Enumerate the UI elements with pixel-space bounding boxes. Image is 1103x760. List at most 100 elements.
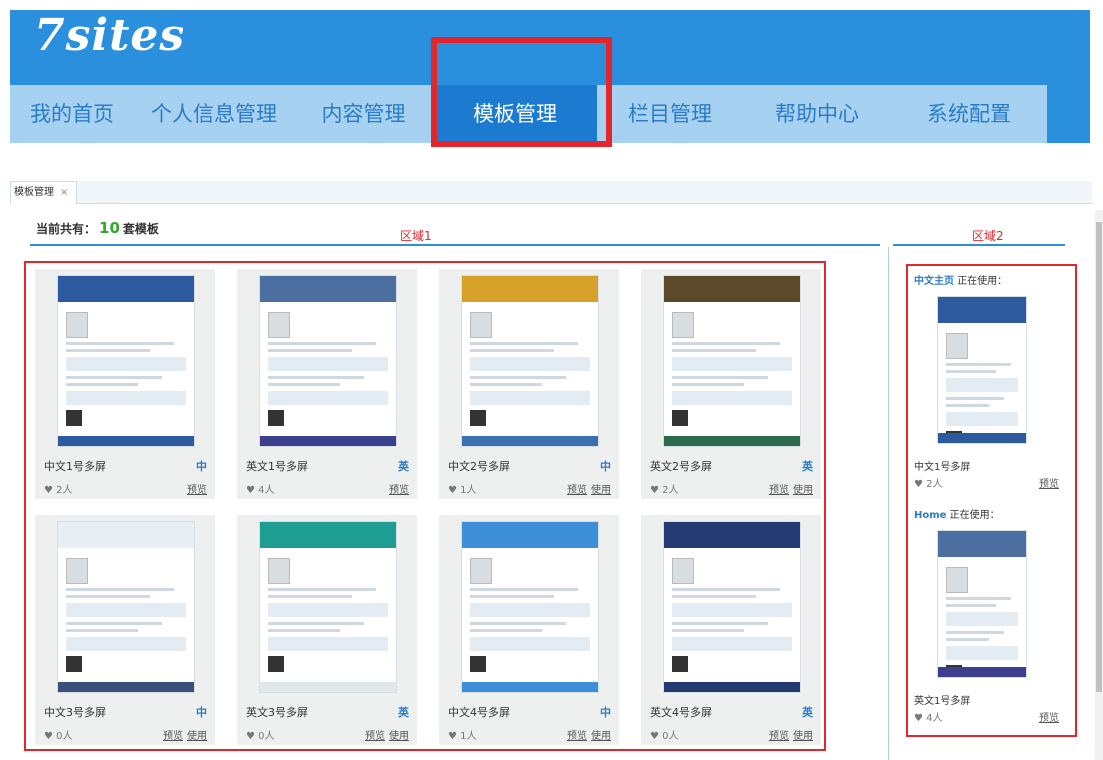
- thumb-body: [260, 548, 396, 683]
- template-thumbnail[interactable]: [461, 275, 599, 447]
- thumb-line: [66, 342, 174, 345]
- thumb-block: [672, 637, 792, 651]
- thumb-banner: [58, 522, 194, 548]
- preview-link[interactable]: 预览: [1039, 475, 1059, 490]
- thumb-block: [672, 391, 792, 405]
- heart-icon: ♥: [448, 731, 457, 742]
- thumb-body: [462, 548, 598, 683]
- template-likes: ♥ 0人: [44, 727, 73, 742]
- template-likes: ♥ 1人: [448, 481, 477, 496]
- preview-link[interactable]: 预览: [1039, 709, 1059, 724]
- template-likes: ♥ 1人: [448, 727, 477, 742]
- preview-link[interactable]: 预览: [187, 485, 207, 496]
- thumb-body: [664, 548, 800, 683]
- nav-item-profile[interactable]: 个人信息管理: [134, 85, 294, 143]
- preview-link[interactable]: 预览: [567, 485, 587, 496]
- thumb-banner: [938, 531, 1026, 557]
- thumb-body: [462, 302, 598, 437]
- use-link[interactable]: 使用: [591, 485, 611, 496]
- in-use-thumbnail[interactable]: [937, 296, 1027, 444]
- nav-item-columns[interactable]: 栏目管理: [597, 85, 743, 143]
- use-link[interactable]: 使用: [591, 731, 611, 742]
- nav-item-content[interactable]: 内容管理: [294, 85, 433, 143]
- scrollbar-thumb[interactable]: [1096, 222, 1102, 692]
- thumb-line: [946, 638, 990, 641]
- thumb-qr: [672, 410, 688, 426]
- template-card[interactable]: 英文3号多屏 英 ♥ 0人 预览 使用: [237, 515, 417, 745]
- template-likes: ♥ 4人: [246, 481, 275, 496]
- thumb-avatar: [66, 558, 88, 584]
- thumb-footer: [938, 667, 1026, 677]
- template-thumbnail[interactable]: [259, 275, 397, 447]
- thumb-line: [946, 363, 1011, 366]
- in-use-thumbnail[interactable]: [937, 530, 1027, 678]
- use-link[interactable]: 使用: [389, 731, 409, 742]
- template-card[interactable]: 英文1号多屏 英 ♥ 4人 预览: [237, 269, 417, 499]
- thumb-line: [946, 370, 997, 373]
- use-link[interactable]: 使用: [793, 485, 813, 496]
- thumb-block: [946, 378, 1018, 392]
- thumb-qr: [268, 656, 284, 672]
- in-use-link[interactable]: 中文主页: [914, 276, 954, 287]
- thumb-block: [470, 391, 590, 405]
- template-actions: 预览 使用: [765, 727, 813, 742]
- tab-templates[interactable]: 模板管理 ×: [10, 181, 78, 204]
- heart-icon: ♥: [246, 485, 255, 496]
- template-card[interactable]: 中文3号多屏 中 ♥ 0人 预览 使用: [35, 515, 215, 745]
- zone-label-2: 区域2: [972, 229, 1004, 243]
- template-likes: ♥ 2人: [650, 481, 679, 496]
- thumb-line: [268, 383, 340, 386]
- template-card[interactable]: 英文2号多屏 英 ♥ 2人 预览 使用: [641, 269, 821, 499]
- thumb-line: [268, 629, 340, 632]
- use-link[interactable]: 使用: [187, 731, 207, 742]
- template-thumbnail[interactable]: [663, 275, 801, 447]
- close-icon[interactable]: ×: [60, 187, 68, 198]
- thumb-body: [938, 557, 1026, 677]
- nav-item-settings[interactable]: 系统配置: [891, 85, 1047, 143]
- thumb-body: [58, 548, 194, 683]
- in-use-header: 中文主页 正在使用：: [914, 272, 1007, 287]
- thumb-line: [268, 588, 376, 591]
- thumb-line: [66, 376, 162, 379]
- thumb-line: [66, 595, 150, 598]
- preview-link[interactable]: 预览: [567, 731, 587, 742]
- template-name: 中文4号多屏: [448, 706, 510, 719]
- preview-link[interactable]: 预览: [769, 731, 789, 742]
- thumb-footer: [58, 436, 194, 446]
- thumb-avatar: [946, 567, 968, 593]
- thumb-block: [946, 612, 1018, 626]
- zone-label-1: 区域1: [400, 229, 432, 243]
- thumb-block: [66, 391, 186, 405]
- preview-link[interactable]: 预览: [365, 731, 385, 742]
- template-thumbnail[interactable]: [461, 521, 599, 693]
- template-thumbnail[interactable]: [663, 521, 801, 693]
- preview-link[interactable]: 预览: [389, 485, 409, 496]
- use-link[interactable]: 使用: [793, 731, 813, 742]
- preview-link[interactable]: 预览: [769, 485, 789, 496]
- scrollbar[interactable]: [1095, 210, 1103, 760]
- count-suffix: 套模板: [122, 222, 159, 236]
- in-use-link[interactable]: Home: [914, 510, 946, 521]
- template-thumbnail[interactable]: [57, 275, 195, 447]
- template-thumbnail[interactable]: [57, 521, 195, 693]
- nav-item-home[interactable]: 我的首页: [10, 85, 134, 143]
- thumb-block: [672, 357, 792, 371]
- thumb-line: [672, 349, 756, 352]
- nav-item-help[interactable]: 帮助中心: [743, 85, 891, 143]
- template-card[interactable]: 中文2号多屏 中 ♥ 1人 预览 使用: [439, 269, 619, 499]
- thumb-line: [672, 629, 744, 632]
- in-use-status: 正在使用：: [957, 276, 1008, 287]
- language-badge: 英: [398, 706, 409, 719]
- thumb-avatar: [470, 312, 492, 338]
- in-use-name: 英文1号多屏: [914, 696, 971, 707]
- thumb-line: [672, 342, 780, 345]
- thumb-banner: [938, 297, 1026, 323]
- template-thumbnail[interactable]: [259, 521, 397, 693]
- template-card[interactable]: 英文4号多屏 英 ♥ 0人 预览 使用: [641, 515, 821, 745]
- template-card[interactable]: 中文4号多屏 中 ♥ 1人 预览 使用: [439, 515, 619, 745]
- template-card[interactable]: 中文1号多屏 中 ♥ 2人 预览: [35, 269, 215, 499]
- likes-count: 0人: [662, 731, 679, 742]
- preview-link[interactable]: 预览: [163, 731, 183, 742]
- template-grid: 中文1号多屏中 ♥ 2人 预览 英文1号多屏英 ♥ 4人 预览 中文2号多屏中 ♥ 1人 预览使…: [24, 261, 826, 751]
- thumb-banner: [260, 276, 396, 302]
